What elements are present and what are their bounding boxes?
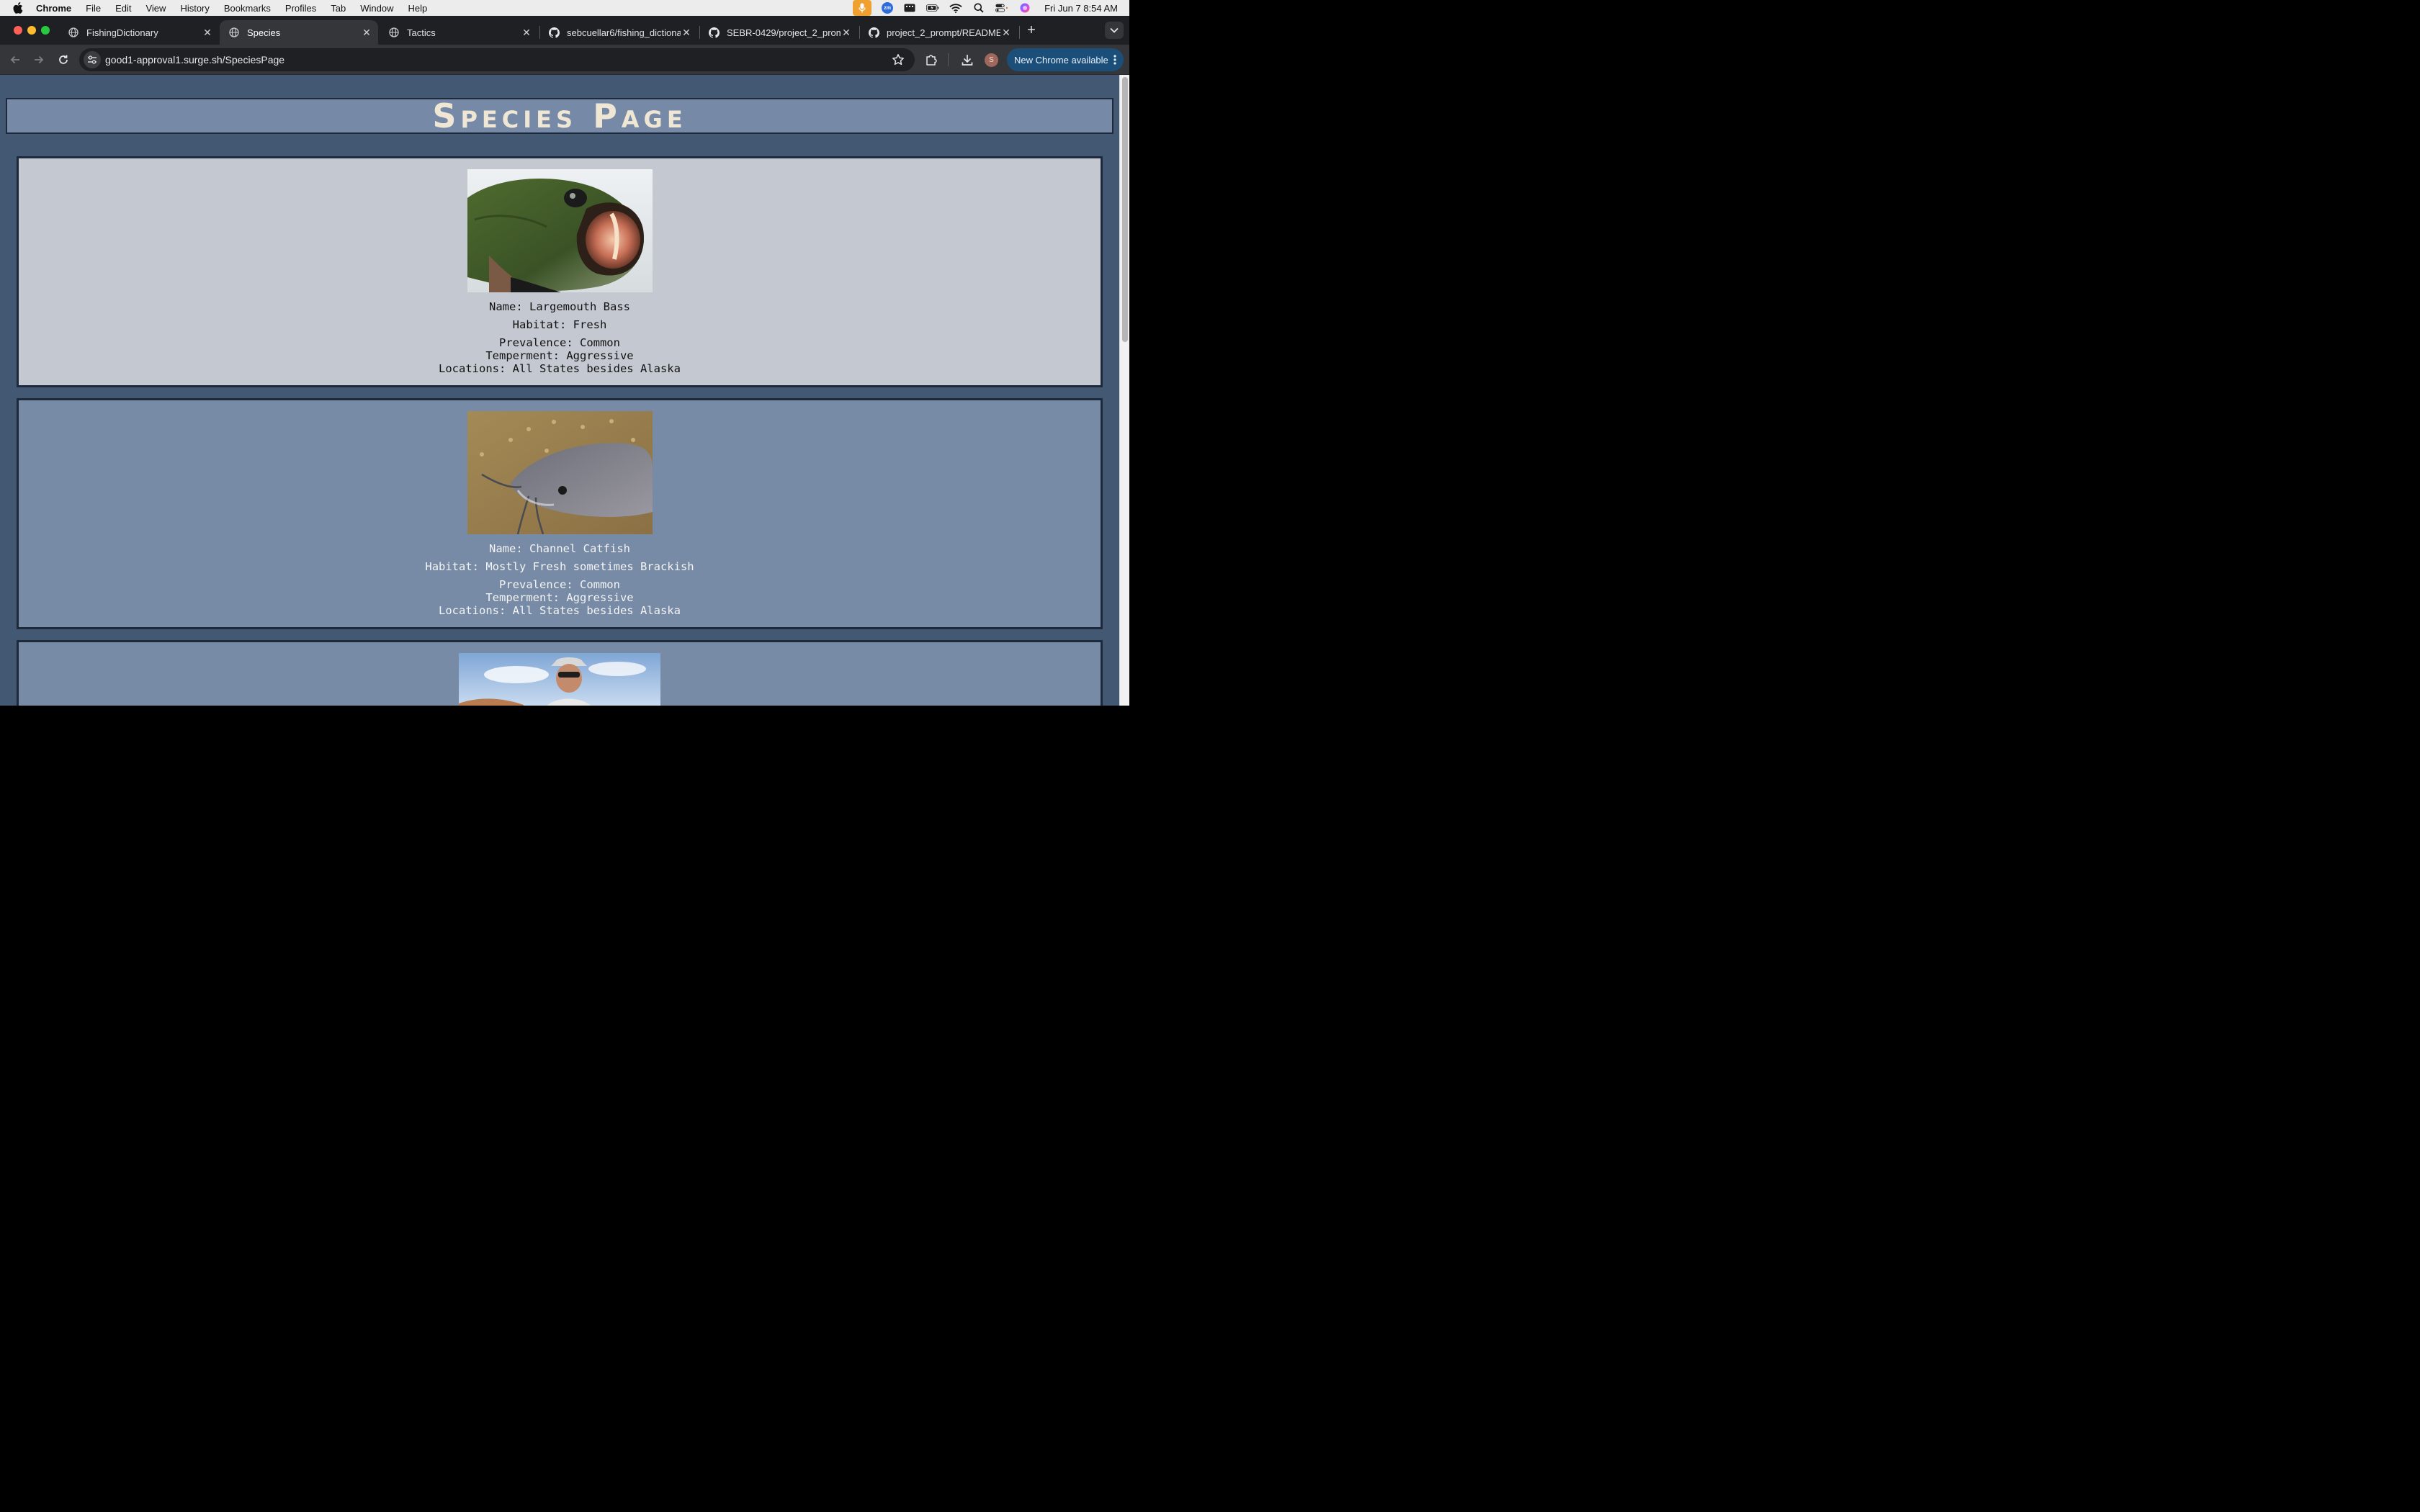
tab-github-project-2-prompt[interactable]: SEBR-0429/project_2_prompt ✕ [699, 20, 858, 45]
tab-title: FishingDictionary [86, 27, 158, 38]
browser-toolbar: good1-approval1.surge.sh/SpeciesPage S N… [0, 45, 1129, 75]
window-maximize-button[interactable] [41, 26, 50, 35]
tab-close-icon[interactable]: ✕ [521, 27, 532, 38]
macos-menu-bar: Chrome File Edit View History Bookmarks … [0, 0, 1129, 16]
apple-logo-icon[interactable] [13, 2, 23, 14]
species-card [17, 640, 1103, 706]
globe-icon [388, 27, 400, 38]
tab-title: project_2_prompt/README.md [887, 27, 1000, 38]
new-chrome-available-button[interactable]: New Chrome available [1007, 48, 1124, 71]
downloads-icon[interactable] [960, 53, 974, 67]
largemouth-bass-photo [467, 169, 653, 292]
forward-arrow-icon[interactable] [30, 51, 48, 68]
window-minimize-button[interactable] [27, 26, 36, 35]
bookmark-star-icon[interactable] [892, 53, 905, 66]
menu-bookmarks[interactable]: Bookmarks [224, 3, 271, 14]
update-button-label: New Chrome available [1014, 54, 1108, 66]
species-card: Name: Channel Catfish Habitat: Mostly Fr… [17, 398, 1103, 629]
browser-tab-strip: FishingDictionary ✕ Species ✕ Tactics ✕ … [0, 16, 1129, 45]
siri-icon[interactable] [1018, 3, 1031, 13]
channel-catfish-photo [467, 411, 653, 534]
menu-profiles[interactable]: Profiles [285, 3, 316, 14]
tab-search-chevron-icon[interactable] [1105, 22, 1124, 39]
window-close-button[interactable] [14, 26, 22, 35]
screen-capture-icon[interactable] [903, 3, 916, 13]
angler-with-fish-photo [459, 653, 660, 706]
page-scrollbar[interactable] [1119, 75, 1129, 706]
species-prevalence: Prevalence: Common [499, 336, 620, 349]
spotlight-search-icon[interactable] [972, 3, 985, 13]
tab-title: Tactics [407, 27, 436, 38]
tab-close-icon[interactable]: ✕ [841, 27, 852, 38]
species-name: Name: Channel Catfish [489, 542, 630, 555]
scrollbar-thumb[interactable] [1122, 77, 1128, 342]
menu-app-name[interactable]: Chrome [36, 3, 71, 14]
species-prevalence: Prevalence: Common [499, 578, 620, 591]
address-url-text: good1-approval1.surge.sh/SpeciesPage [105, 54, 285, 66]
tab-title: Species [247, 27, 281, 38]
menu-window[interactable]: Window [360, 3, 393, 14]
menu-tab[interactable]: Tab [331, 3, 346, 14]
github-icon [548, 27, 560, 38]
back-arrow-icon[interactable] [6, 51, 24, 68]
menu-view[interactable]: View [145, 3, 166, 14]
battery-icon[interactable] [926, 3, 939, 13]
menu-file[interactable]: File [86, 3, 101, 14]
menu-bar-clock[interactable]: Fri Jun 7 8:54 AM [1044, 3, 1118, 14]
menu-bar-status-area: zm Fri Jun 7 8:54 AM [853, 0, 1118, 16]
species-locations: Locations: All States besides Alaska [439, 604, 681, 617]
tab-close-icon[interactable]: ✕ [202, 27, 213, 38]
microphone-icon[interactable] [853, 0, 872, 16]
tab-fishing-dictionary[interactable]: FishingDictionary ✕ [59, 20, 219, 45]
tab-tactics[interactable]: Tactics ✕ [380, 20, 538, 45]
menu-edit[interactable]: Edit [115, 3, 131, 14]
zoom-app-icon[interactable]: zm [882, 2, 894, 14]
address-bar[interactable]: good1-approval1.surge.sh/SpeciesPage [79, 48, 915, 71]
new-tab-plus-icon[interactable]: + [1024, 23, 1039, 37]
tab-close-icon[interactable]: ✕ [361, 27, 372, 38]
species-temperament: Temperment: Aggressive [485, 591, 634, 604]
reload-icon[interactable] [55, 51, 72, 68]
page-viewport: Species Page Name: Largemouth Bass Habit… [0, 75, 1129, 706]
menu-help[interactable]: Help [408, 3, 428, 14]
extensions-puzzle-icon[interactable] [924, 53, 938, 67]
github-icon [708, 27, 720, 38]
toolbar-divider [948, 53, 949, 66]
tab-title: SEBR-0429/project_2_prompt [727, 27, 841, 38]
tab-species[interactable]: Species ✕ [220, 20, 378, 45]
site-settings-icon[interactable] [84, 51, 101, 68]
species-name: Name: Largemouth Bass [489, 300, 630, 313]
page-header: Species Page [6, 98, 1113, 134]
species-habitat: Habitat: Mostly Fresh sometimes Brackish [425, 560, 694, 573]
wifi-icon[interactable] [949, 3, 962, 13]
github-icon [868, 27, 879, 38]
species-temperament: Temperment: Aggressive [485, 349, 634, 362]
kebab-menu-icon[interactable] [1113, 53, 1116, 66]
menu-history[interactable]: History [180, 3, 209, 14]
tab-close-icon[interactable]: ✕ [681, 27, 692, 38]
profile-avatar[interactable]: S [985, 53, 998, 67]
globe-icon [228, 27, 240, 38]
page-title: Species Page [432, 96, 687, 135]
tab-github-readme[interactable]: project_2_prompt/README.md ✕ [859, 20, 1018, 45]
control-center-icon[interactable] [995, 3, 1008, 13]
globe-icon [68, 27, 79, 38]
tab-divider [1019, 26, 1020, 39]
tab-github-fishing-dictionary[interactable]: sebcuellar6/fishing_dictionary ✕ [539, 20, 698, 45]
species-card: Name: Largemouth Bass Habitat: Fresh Pre… [17, 156, 1103, 387]
species-habitat: Habitat: Fresh [512, 318, 607, 331]
species-locations: Locations: All States besides Alaska [439, 362, 681, 375]
tab-close-icon[interactable]: ✕ [1000, 27, 1012, 38]
tab-title: sebcuellar6/fishing_dictionary [567, 27, 681, 38]
